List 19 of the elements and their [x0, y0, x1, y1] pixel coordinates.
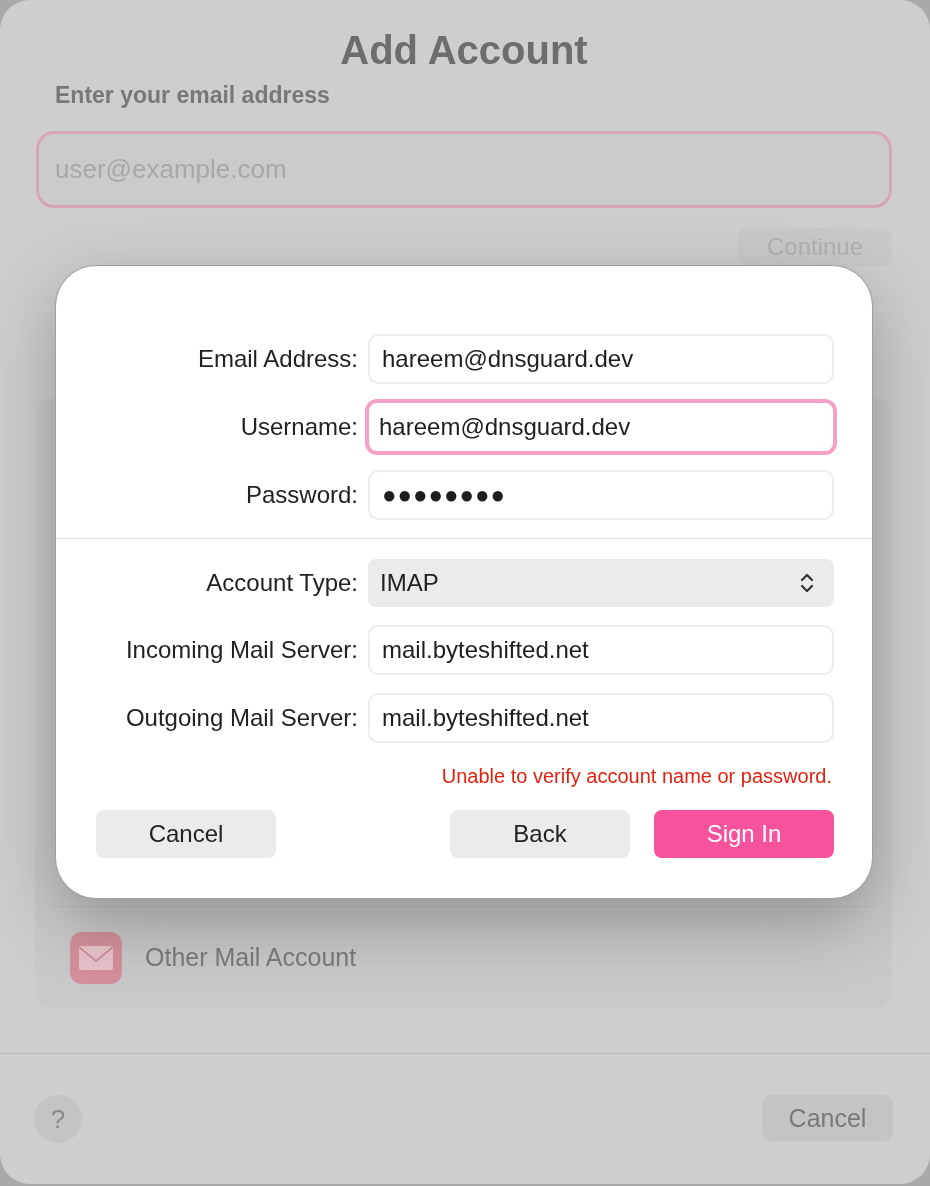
field-label: Account Type:: [206, 568, 358, 598]
text-field[interactable]: hareem@dnsguard.dev: [368, 334, 834, 384]
text-field[interactable]: mail.byteshifted.net: [368, 693, 834, 743]
account-type-popup[interactable]: IMAP: [368, 559, 834, 607]
field-label: Incoming Mail Server:: [125, 635, 358, 665]
window-title: Add Account: [340, 27, 588, 74]
field-label: Outgoing Mail Server:: [125, 703, 358, 733]
up-down-chevron-icon: [800, 572, 814, 594]
text-field[interactable]: mail.byteshifted.net: [368, 625, 834, 675]
field-label: Email Address:: [197, 344, 358, 374]
cancel-button[interactable]: Cancel: [96, 810, 276, 858]
field-label: Password:: [245, 480, 358, 510]
envelope-icon: [70, 931, 122, 984]
password-field[interactable]: ●●●●●●●●: [368, 470, 834, 520]
text-field[interactable]: hareem@dnsguard.dev: [365, 399, 837, 455]
prompt-text: Enter your email address: [55, 81, 330, 110]
field-label: Username:: [240, 412, 358, 442]
back-button[interactable]: Back: [450, 810, 630, 858]
error-message: Unable to verify account name or password.: [441, 764, 833, 788]
